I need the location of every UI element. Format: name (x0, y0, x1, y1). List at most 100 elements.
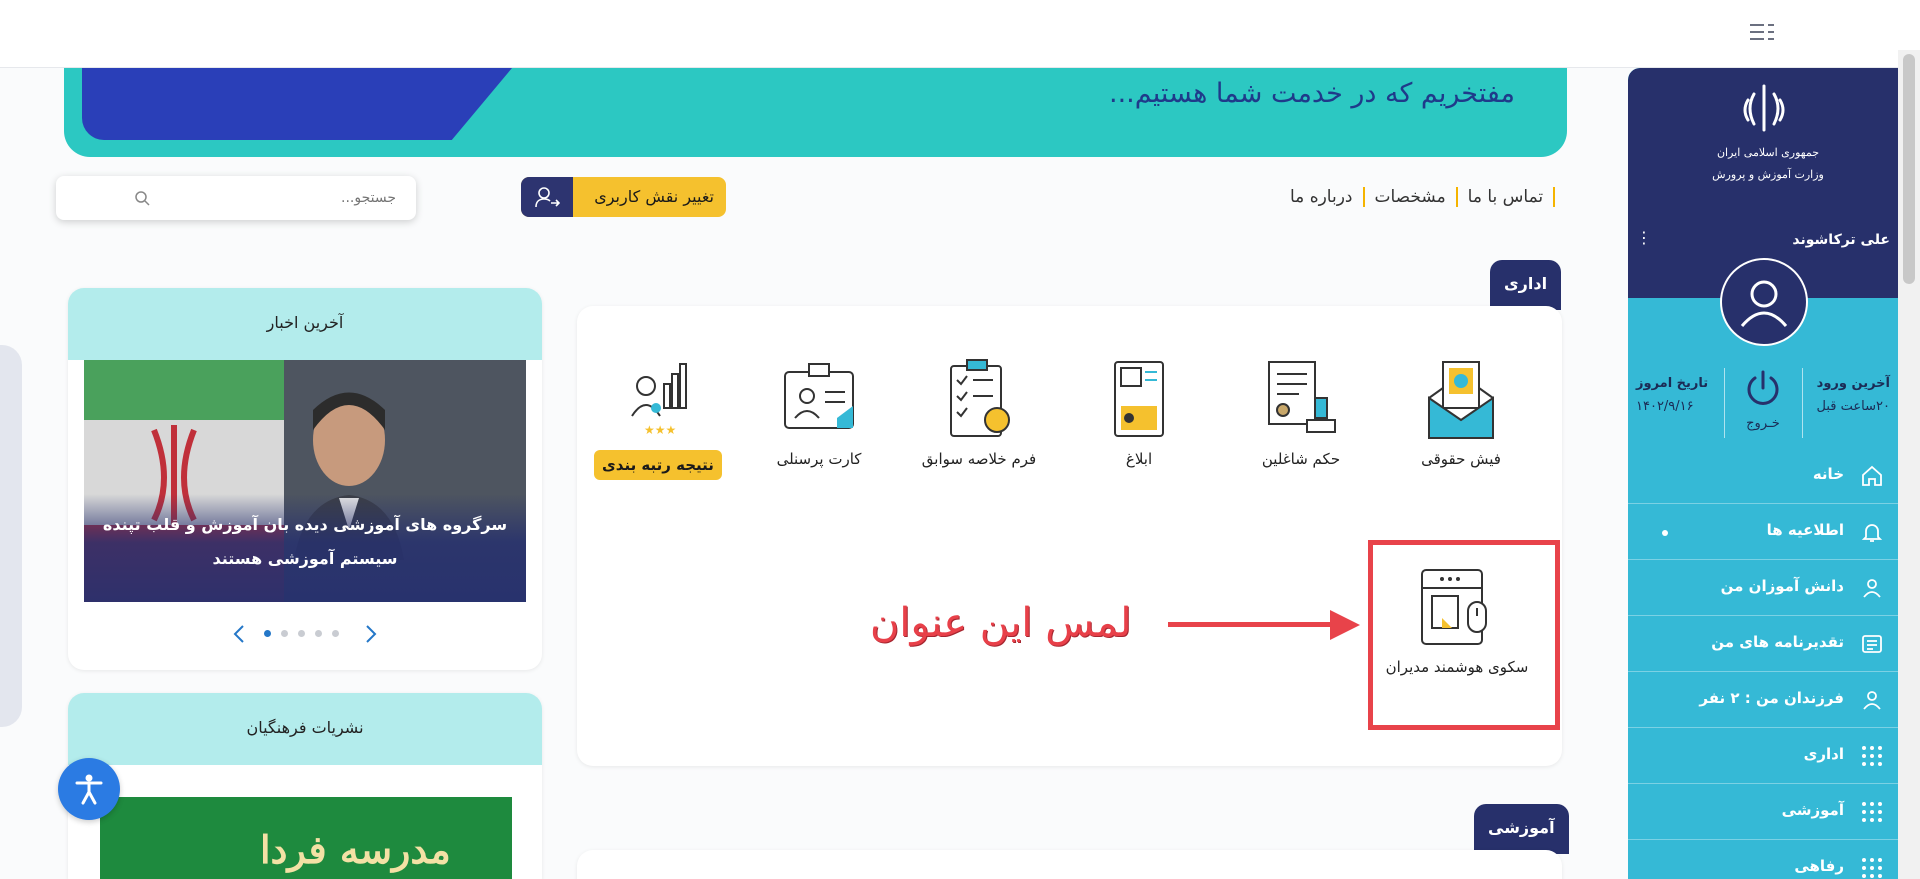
banner-text: مفتخریم که در خدمت شما هستیم... (1108, 78, 1515, 109)
tile-label: ابلاغ (1125, 450, 1153, 468)
welcome-banner: مفتخریم که در خدمت شما هستیم... (64, 68, 1567, 157)
news-slide-image[interactable]: سرگروه های آموزشی دیده بان آموزش و قلب ت… (84, 360, 526, 602)
accessibility-icon (75, 774, 103, 805)
power-icon (1747, 370, 1779, 405)
news-card: آخرین اخبار سرگروه های آموزشی دیده بان آ… (68, 288, 542, 670)
user-icon (1740, 280, 1788, 327)
grid-icon (1862, 858, 1882, 878)
user-icon (1863, 579, 1881, 598)
sidebar-item-label: دانش آموزان من (1720, 577, 1844, 595)
tile-label: حکم شاغلین (1261, 450, 1341, 468)
tile-label: فیش حقوقی (1421, 450, 1501, 468)
tile-notice[interactable]: ابلاغ (1064, 358, 1214, 508)
sidebar-item-notifications[interactable]: اطلاعیه ها (1628, 504, 1898, 560)
today-date: تاریخ امروز ۱۴۰۲/۹/۱۶ (1636, 376, 1708, 414)
more-options-icon[interactable]: ⋮ (1636, 228, 1652, 248)
publications-card: نشریات فرهنگیان مدرسه فردا (68, 693, 542, 879)
accessibility-button[interactable] (58, 758, 120, 820)
nav-contact-link[interactable]: تماس با ما (1458, 187, 1556, 207)
sidebar-item-my-students[interactable]: دانش آموزان من (1628, 560, 1898, 616)
id-card-icon (784, 363, 854, 429)
divider (1724, 368, 1725, 438)
publication-cover[interactable]: مدرسه فردا (100, 797, 512, 879)
org-line1: جمهوری اسلامی ایران (1716, 146, 1820, 159)
publication-cover-title: مدرسه فردا (260, 827, 451, 872)
banner-decoration (82, 68, 512, 140)
slide-dot[interactable] (298, 630, 305, 637)
sidebar-item-label: خانه (1812, 465, 1844, 483)
home-icon (1862, 465, 1882, 486)
tile-record-summary[interactable]: فرم خلاصه سوابق (904, 358, 1054, 508)
top-bar (0, 0, 1920, 68)
ranking-icon: ★★★ (631, 363, 687, 437)
decree-icon (1268, 361, 1336, 433)
bell-icon (1861, 524, 1883, 542)
org-line2: وزارت آموزش و پرورش (1712, 168, 1824, 181)
sidebar-item-home[interactable]: خانه (1628, 448, 1898, 504)
nav-profile-link[interactable]: مشخصات (1365, 187, 1458, 207)
sidebar-item-my-certificates[interactable]: تقدیرنامه های من (1628, 616, 1898, 672)
tile-ranking-result[interactable]: ★★★ نتیجه رتبه بندی (583, 358, 733, 508)
highlight-box (1368, 540, 1560, 730)
annotation-text: لمس این عنوان (870, 600, 1132, 646)
logout-button[interactable]: خـروج (1738, 368, 1788, 431)
notification-dot (1662, 530, 1668, 536)
sidebar-item-label: فرزندان من : ۲ نفر (1699, 689, 1844, 707)
sidebar-item-education[interactable]: آموزشی (1628, 784, 1898, 840)
divider (1802, 368, 1803, 438)
page: مفتخریم که در خدمت شما هستیم... تماس با … (0, 0, 1920, 879)
chevron-left-icon[interactable] (230, 624, 250, 644)
grid-icon (1862, 802, 1882, 822)
checklist-icon (950, 359, 1010, 437)
sidebar-menu: خانه اطلاعیه ها دانش آموزان من تقدیرنامه… (1628, 448, 1898, 879)
sidebar: جمهوری اسلامی ایران وزارت آموزش و پرورش … (1628, 68, 1898, 879)
search-icon[interactable] (134, 190, 150, 206)
sidebar-item-welfare[interactable]: رفاهی (1628, 840, 1898, 879)
news-pager (68, 624, 542, 644)
search-box (56, 176, 416, 220)
slide-dot[interactable] (281, 630, 288, 637)
today-label: تاریخ امروز (1636, 376, 1709, 391)
sidebar-item-label: آموزشی (1781, 801, 1844, 819)
menu-toggle-icon[interactable] (1750, 22, 1776, 42)
annotation-arrow-head (1330, 610, 1360, 640)
change-role-label: تغییر نقش کاربری (594, 187, 714, 206)
change-role-button[interactable]: تغییر نقش کاربری (521, 177, 726, 217)
certificate-icon (1862, 635, 1882, 653)
tile-payslip[interactable]: فیش حقوقی (1386, 358, 1536, 508)
slide-dot[interactable] (315, 630, 322, 637)
tile-label: کارت پرسنلی (776, 450, 862, 468)
tile-personnel-card[interactable]: کارت پرسنلی (744, 358, 894, 508)
slide-dot[interactable] (332, 630, 339, 637)
annotation-arrow (1168, 622, 1332, 627)
side-toolbar[interactable] (0, 345, 22, 727)
news-caption: سرگروه های آموزشی دیده بان آموزش و قلب ت… (84, 494, 526, 602)
chevron-right-icon[interactable] (360, 624, 380, 644)
sidebar-item-label: اطلاعیه ها (1766, 521, 1844, 539)
user-switch-icon (521, 177, 573, 217)
scrollbar-thumb[interactable] (1903, 54, 1915, 284)
payslip-icon (1428, 361, 1494, 439)
sidebar-item-label: تقدیرنامه های من (1711, 633, 1844, 651)
user-name: علی ترکاشوند (1792, 232, 1890, 248)
slide-dot[interactable] (264, 630, 271, 637)
logout-label: خـروج (1746, 416, 1780, 431)
tile-decree[interactable]: حکم شاغلین (1226, 358, 1376, 508)
sidebar-item-my-children[interactable]: فرزندان من : ۲ نفر (1628, 672, 1898, 728)
sidebar-item-admin[interactable]: اداری (1628, 728, 1898, 784)
sidebar-item-label: رفاهی (1794, 857, 1844, 875)
page-scrollbar[interactable] (1898, 50, 1920, 879)
grid-icon (1862, 746, 1882, 766)
section-tag-edu: آموزشی (1474, 804, 1569, 854)
slide-dots (264, 630, 339, 637)
sidebar-item-label: اداری (1803, 745, 1844, 763)
section-tag-admin: اداری (1490, 260, 1562, 310)
last-login-label: آخرین ورود (1816, 376, 1890, 391)
last-login-value: ۲۰ساعت قبل (1816, 399, 1890, 414)
today-value: ۱۴۰۲/۹/۱۶ (1636, 399, 1694, 414)
avatar[interactable] (1720, 258, 1808, 346)
tile-label: فرم خلاصه سوابق (921, 450, 1037, 468)
publications-title: نشریات فرهنگیان (68, 693, 542, 765)
edu-services-card (577, 850, 1562, 879)
nav-about-link[interactable]: درباره ما (1280, 187, 1365, 207)
